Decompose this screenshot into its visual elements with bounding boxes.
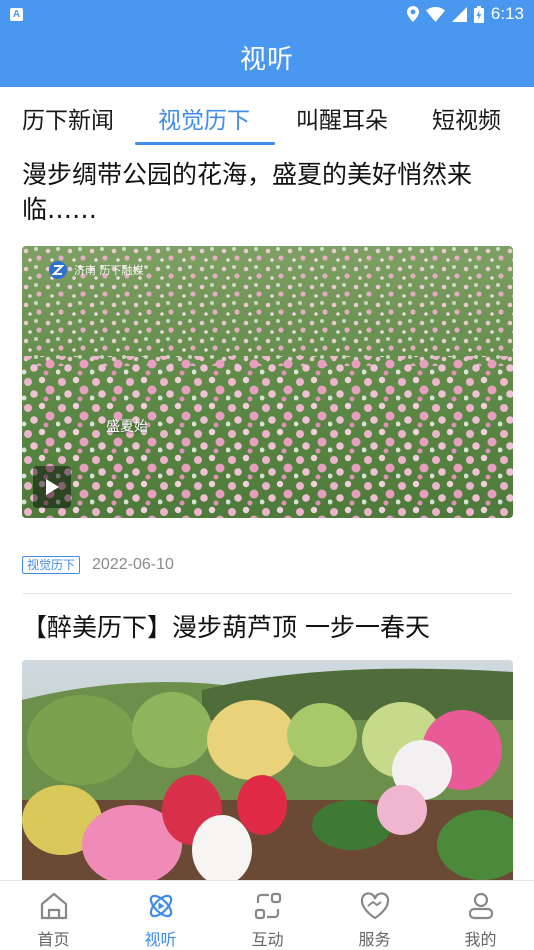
play-icon	[46, 479, 59, 495]
play-button[interactable]	[33, 466, 71, 508]
wifi-icon	[425, 6, 445, 22]
article-video-thumbnail[interactable]: 济南 历下融媒 盛夏始	[22, 246, 513, 518]
blossom-garden-image	[22, 660, 513, 880]
app-notification-icon: A	[10, 7, 23, 21]
publish-date: 2022-06-10	[92, 556, 174, 573]
image-caption: 盛夏始	[106, 419, 148, 435]
nav-mine[interactable]: 我的	[427, 881, 534, 950]
tab-short-video[interactable]: 短视频	[432, 101, 501, 135]
atom-icon	[143, 888, 179, 924]
nav-home[interactable]: 首页	[0, 881, 107, 950]
media-logo-icon	[49, 261, 67, 279]
signal-icon	[451, 6, 467, 22]
article-feed[interactable]: 漫步绸带公园的花海，盛夏的美好悄然来临…… 济南 历下融媒 盛夏始 视觉历下 2…	[0, 145, 534, 880]
title-bar: 视听	[0, 28, 534, 87]
nav-audiovisual[interactable]: 视听	[107, 881, 214, 950]
nav-label: 视听	[144, 930, 177, 949]
home-icon	[36, 888, 72, 924]
status-time: 6:13	[490, 4, 524, 23]
nav-label: 服务	[358, 930, 391, 949]
article-title[interactable]: 【醉美历下】漫步葫芦顶 一步一春天	[22, 610, 512, 645]
image-watermark: 济南 历下融媒	[74, 264, 144, 277]
article-image-thumbnail[interactable]	[22, 660, 513, 880]
user-icon	[463, 888, 499, 924]
page-title: 视听	[239, 45, 294, 75]
location-icon	[406, 6, 419, 22]
nav-label: 我的	[464, 930, 497, 949]
interact-icon	[250, 888, 286, 924]
nav-label: 首页	[37, 930, 70, 949]
tab-visual-lixia[interactable]: 视觉历下	[158, 101, 250, 135]
tab-wake-ears[interactable]: 叫醒耳朵	[296, 101, 388, 135]
battery-icon	[473, 5, 484, 23]
nav-label: 互动	[251, 930, 284, 949]
article-title[interactable]: 漫步绸带公园的花海，盛夏的美好悄然来临……	[22, 157, 512, 227]
bottom-nav: 首页 视听 互动 服务 我的	[0, 880, 534, 950]
status-bar: A 6:13	[0, 0, 534, 28]
tab-lixia-news[interactable]: 历下新闻	[22, 101, 114, 135]
nav-service[interactable]: 服务	[321, 881, 428, 950]
flower-field-image	[22, 246, 513, 518]
divider	[22, 593, 513, 594]
category-tabs: 历下新闻 视觉历下 叫醒耳朵 短视频	[0, 87, 534, 145]
handshake-icon	[357, 888, 393, 924]
article-meta: 视觉历下 2022-06-10	[22, 556, 174, 574]
category-tag: 视觉历下	[22, 556, 81, 574]
nav-interact[interactable]: 互动	[214, 881, 321, 950]
